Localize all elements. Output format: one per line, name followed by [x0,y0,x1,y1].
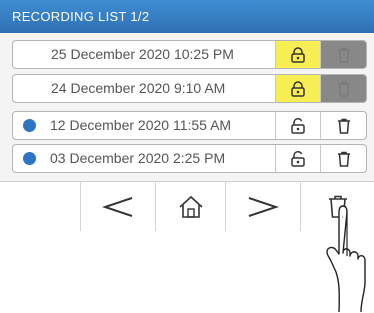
lock-closed-icon [291,46,305,63]
recording-label[interactable]: 03 December 2020 2:25 PM [13,145,275,172]
chevron-right-icon [248,197,279,217]
lock-button[interactable] [275,75,320,102]
lock-button[interactable] [275,41,320,68]
recording-label[interactable]: 25 December 2020 10:25 PM [13,41,275,68]
recording-row[interactable]: 12 December 2020 11:55 AM [12,111,367,140]
trash-icon [337,118,350,134]
recording-row[interactable]: 25 December 2020 10:25 PM [12,40,367,69]
lock-closed-icon [291,80,305,97]
recording-label[interactable]: 12 December 2020 11:55 AM [13,112,275,139]
next-page-button[interactable] [225,182,300,231]
trash-icon [337,47,350,63]
home-button[interactable] [155,182,225,231]
lock-open-icon [291,150,305,167]
title-bar: RECORDING LIST 1/2 [0,0,374,33]
prev-page-button[interactable] [80,182,155,231]
lock-open-icon [291,117,305,134]
recording-row[interactable]: 24 December 2020 9:10 AM [12,74,367,103]
lock-button[interactable] [275,145,320,172]
page-title: RECORDING LIST 1/2 [12,9,150,24]
trash-icon [337,81,350,97]
home-icon [178,195,203,218]
lock-button[interactable] [275,112,320,139]
recording-label[interactable]: 24 December 2020 9:10 AM [13,75,275,102]
recording-row[interactable]: 03 December 2020 2:25 PM [12,144,367,173]
pointing-hand-icon [326,205,366,312]
delete-button [320,41,366,68]
trash-icon [337,151,350,167]
delete-button [320,75,366,102]
delete-button[interactable] [320,112,366,139]
recording-list-screen: RECORDING LIST 1/2 25 December 2020 10:2… [0,0,374,231]
delete-button[interactable] [320,145,366,172]
chevron-left-icon [102,197,133,217]
